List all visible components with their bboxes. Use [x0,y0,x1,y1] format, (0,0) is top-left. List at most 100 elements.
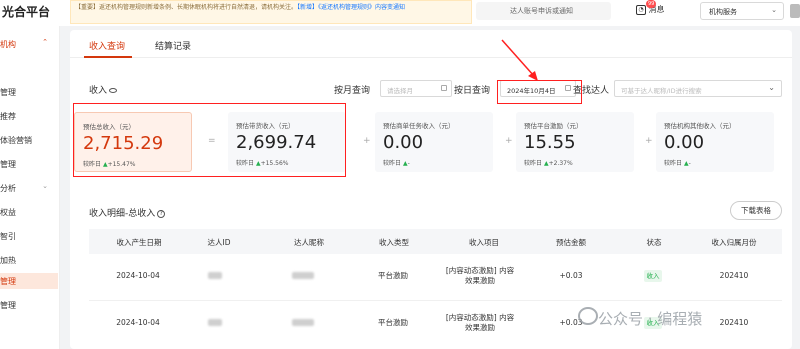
sidebar-item-boost[interactable]: 加热 [0,252,58,268]
stat-value: 15.55 [524,132,576,153]
table-header: 收入产生日期 达人ID 达人昵称 收入类型 收入项目 预估金额 状态 收入归属月… [89,229,782,254]
sidebar-item-label: 智引 [0,232,16,241]
stat-compare-label: 较昨日 [524,160,543,167]
sidebar: 机构 ⌃ 管理 推荐 体验营销 管理 分析 ⌄ 权益 智引 加热 管理 管理 [0,26,60,349]
notice-prefix: 【重要】 [75,4,100,11]
sidebar-item-label: 加热 [0,256,16,265]
notice-text: 返还机构管理规则新增条例、长期休眠机构将进行自然清退，请机构关注。 [99,4,298,11]
cell-type: 平台激励 [378,318,408,327]
stat-compare-value: - [688,160,691,167]
cell-amount: +0.03 [559,271,583,280]
message-button[interactable]: ◔ 99 消息 [636,0,665,15]
sidebar-item-label: 管理 [0,301,16,310]
cell-talent-id [208,319,222,326]
sidebar-item-marketing[interactable]: 体验营销 [0,132,58,148]
stat-value: 0.00 [664,132,705,153]
row-divider [89,300,782,301]
chevron-down-icon: ⌄ [768,83,775,92]
tab-settlement[interactable]: 结算记录 [155,39,191,52]
stat-compare: 较昨日 ▲- [664,158,691,167]
month-placeholder: 请选择月 [387,87,413,95]
day-query-label: 按日查询 [454,86,491,96]
sidebar-item-recommend[interactable]: 推荐 [0,108,58,124]
month-query-label: 按月查询 [334,86,371,96]
stat-label: 预估平台激励（元） [524,122,583,130]
stat-compare: 较昨日 ▲- [383,158,410,167]
org-service-label: 机构服务 [709,8,737,16]
eye-icon[interactable] [109,88,118,93]
stat-label: 预估机构其他收入（元） [664,122,736,130]
tab-revenue-query[interactable]: 收入查询 [89,39,125,52]
avatar[interactable] [790,4,800,18]
highlight-box-cards [73,103,346,177]
download-table-button[interactable]: 下载表格 [730,201,782,220]
cell-type: 平台激励 [378,271,408,280]
column-header: 达人ID [207,238,231,247]
sidebar-item-label: 权益 [0,208,16,217]
month-picker[interactable]: 请选择月 [380,80,452,97]
stat-value: 0.00 [383,132,424,153]
header-search-input[interactable]: 达人账号申诉或通知 [476,2,611,20]
help-icon[interactable]: ? [157,209,166,218]
cell-item: [内容动态激励] 内容效果激励 [445,313,515,332]
stat-compare-value: +2.37% [548,160,573,167]
chevron-up-icon: ⌃ [42,38,48,46]
column-header: 状态 [646,238,662,247]
sidebar-item-rights[interactable]: 权益 [0,204,58,220]
notice-new-tag: 【新增】 [297,4,319,11]
message-badge: 99 [646,0,657,8]
status-badge: 收入 [644,270,662,282]
stat-card-task: 预估商单任务收入（元） 0.00 较昨日 ▲- [375,112,493,172]
cell-talent-nickname [292,319,314,326]
calendar-icon [441,85,447,91]
sidebar-item-revenue-manage[interactable]: 管理 [0,273,58,289]
sidebar-item-manage-3[interactable]: 管理 [0,297,58,313]
org-service-dropdown[interactable]: 机构服务 ⌄ [700,2,784,20]
stat-compare-label: 较昨日 [383,160,402,167]
watermark: 公众号 · 编程猿 [598,310,703,328]
sidebar-item-label: 管理 [0,277,16,286]
bell-icon: ◔ [636,4,646,15]
sidebar-item-label: 体验营销 [0,136,32,145]
app-logo[interactable]: 光合平台 [2,3,50,20]
talent-search-placeholder: 可基于达人昵称/ID进行搜索 [621,87,702,95]
cell-month: 202410 [719,271,749,280]
stat-compare-label: 较昨日 [664,160,683,167]
notice-banner: 【重要】返还机构管理规则新增条例、长期休眠机构将进行自然清退，请机构关注。【新增… [70,0,472,24]
column-header: 收入产生日期 [116,238,162,247]
column-header: 预估金额 [556,238,586,247]
sidebar-item-manage[interactable]: 管理 [0,84,58,100]
column-header: 收入项目 [469,238,499,247]
notice-link[interactable]: 《返还机构管理规则》内容变通知 [318,4,405,11]
stat-compare-value: - [407,160,410,167]
cell-talent-nickname [292,272,314,279]
stat-label: 预估商单任务收入（元） [383,122,455,130]
sidebar-item-guide[interactable]: 智引 [0,228,58,244]
column-header: 达人昵称 [294,238,324,247]
detail-title-text: 收入明细-总收入 [89,209,156,219]
plus-operator: + [645,136,653,146]
plus-operator: + [505,136,513,146]
wechat-icon [578,307,598,325]
column-header: 收入归属月份 [711,238,757,247]
plus-operator: + [363,136,371,146]
stat-compare: 较昨日 ▲+2.37% [524,158,573,167]
chevron-down-icon: ⌄ [42,182,48,190]
sidebar-item-label: 机构 [0,40,16,49]
cell-month: 202410 [719,318,749,327]
sidebar-item-analysis[interactable]: 分析 ⌄ [0,180,58,196]
sidebar-item-org[interactable]: 机构 ⌃ [0,36,58,52]
cell-date: 2024-10-04 [116,318,160,327]
revenue-label: 收入 [89,83,118,96]
main-panel: 收入查询 结算记录 收入 按月查询 请选择月 按日查询 2024年10月4日 查… [70,30,792,349]
revenue-label-text: 收入 [89,86,108,96]
annotation-arrow-icon [501,39,538,81]
sidebar-item-manage-2[interactable]: 管理 [0,156,58,172]
stat-card-incentive: 预估平台激励（元） 15.55 较昨日 ▲+2.37% [516,112,634,172]
sidebar-item-label: 分析 [0,184,16,193]
cell-item: [内容动态激励] 内容效果激励 [445,266,515,285]
cell-talent-id [208,272,222,279]
cell-date: 2024-10-04 [116,271,160,280]
talent-search-input[interactable]: 可基于达人昵称/ID进行搜索 ⌄ [614,80,782,97]
tab-bar: 收入查询 结算记录 [70,30,792,58]
